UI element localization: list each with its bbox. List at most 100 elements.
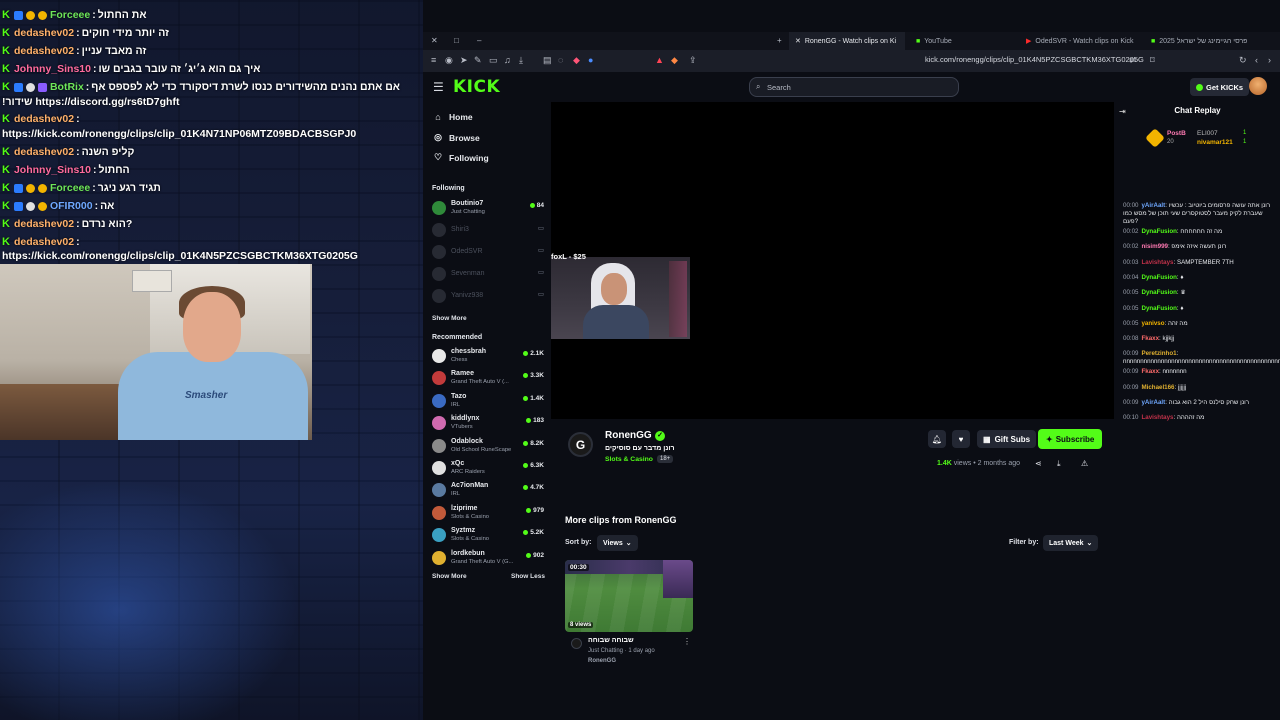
chat-username[interactable]: yAirAalt xyxy=(1141,399,1165,406)
gift-icon: ▦ xyxy=(983,434,991,444)
extension-icon[interactable]: ● xyxy=(588,55,593,65)
following-channel[interactable]: Sevenman ▭ xyxy=(432,266,544,284)
tab-odedsvr[interactable]: ▶ OdedSVR - Watch clips on Kick xyxy=(1020,32,1145,50)
warning-icon[interactable]: ▲ xyxy=(655,55,664,65)
following-channel[interactable]: Boutinio7 Just Chatting 84 xyxy=(432,200,544,218)
download-icon[interactable]: ⤓ xyxy=(1057,459,1061,469)
chat-username[interactable]: nisim999 xyxy=(1141,243,1167,250)
chat-text: מה זהההה xyxy=(1176,414,1205,422)
browser-window: ✕ □ – + ✕ RonenGG - Watch clips on Ki ■ … xyxy=(423,32,1280,720)
download-icon[interactable]: ⤓ xyxy=(519,55,523,66)
chat-username[interactable]: DynaFusion xyxy=(1141,228,1176,235)
kick-logo[interactable]: KICK xyxy=(453,77,500,97)
tab-label: RonenGG - Watch clips on Ki xyxy=(804,37,897,45)
sort-dropdown[interactable]: Views ⌄ xyxy=(597,535,638,551)
music-icon[interactable]: ♫ xyxy=(504,55,511,65)
brave-icon[interactable]: ◆ xyxy=(671,55,678,66)
chat-username[interactable]: Lavishtays xyxy=(1141,414,1173,421)
sidebar-icon[interactable]: ▤ xyxy=(543,55,552,66)
chat-username[interactable]: yAirAalt xyxy=(1141,202,1165,209)
tab-gaming-awards[interactable]: ■ פרסי הגיימינג של ישראל 2025 xyxy=(1145,32,1275,50)
overlay-username: dedashev02 xyxy=(13,236,75,248)
recommended-channel[interactable]: Syztmz Slots & Casino 5.2K xyxy=(432,527,544,545)
recommended-channel[interactable]: Ac7ionMan IRL 4.7K xyxy=(432,482,544,500)
reload-icon[interactable]: ↻ xyxy=(1239,55,1247,66)
recommended-channel[interactable]: Ramee Grand Theft Auto V (... 3.3K xyxy=(432,370,544,388)
show-more-recommended-button[interactable]: Show More xyxy=(432,573,467,580)
back-icon[interactable]: ‹ xyxy=(1255,55,1258,65)
recommended-channel[interactable]: Tazo IRL 1.4K xyxy=(432,393,544,411)
shield-icon[interactable]: ◉ xyxy=(445,55,453,66)
following-channel[interactable]: OdedSVR ▭ xyxy=(432,244,544,262)
site-settings-icon[interactable]: ⇌ xyxy=(1129,55,1137,66)
clip-thumbnail[interactable]: 00:30 8 views xyxy=(565,560,693,632)
maximize-icon[interactable]: □ xyxy=(454,36,459,45)
share-icon[interactable]: ⇪ xyxy=(689,55,697,66)
clip-channel-avatar[interactable] xyxy=(571,638,582,649)
chat-username[interactable]: Fkaxx xyxy=(1141,335,1159,342)
chat-username[interactable]: DynaFusion xyxy=(1141,289,1176,296)
overlay-message: איך גם הוא ג׳יג׳ זה עובר בגבים שו xyxy=(98,63,261,75)
recommended-channel[interactable]: xQc ARC Raiders 6.3K xyxy=(432,460,544,478)
subscribe-button[interactable]: ✦ Subscribe xyxy=(1038,429,1103,449)
follow-heart-button[interactable]: ♥ xyxy=(952,430,970,448)
recommended-channel[interactable]: Odablock Old School RuneScape 8.2K xyxy=(432,438,544,456)
send-icon[interactable]: ➤ xyxy=(460,55,468,66)
following-channel[interactable]: Yanivz938 ▭ xyxy=(432,288,544,306)
filter-dropdown[interactable]: Last Week ⌄ xyxy=(1043,535,1099,551)
more-options-icon[interactable]: ⋮ xyxy=(683,637,691,646)
recommended-channel[interactable]: chessbrah Chess 2.1K xyxy=(432,348,544,366)
recommended-channel[interactable]: kiddlynx VTubers 183 xyxy=(432,415,544,433)
gift-subs-button[interactable]: ▦ Gift Subs xyxy=(977,430,1037,448)
following-channel[interactable]: Shiri3 ▭ xyxy=(432,222,544,240)
share-icon[interactable]: ⋖ xyxy=(1035,459,1042,468)
minimize-icon[interactable]: – xyxy=(477,36,481,45)
bookmark-icon[interactable]: ⌑ xyxy=(1150,55,1155,66)
badge-icon xyxy=(25,10,35,20)
chat-username[interactable]: DynaFusion xyxy=(1141,274,1176,281)
chat-username[interactable]: Lavishtays xyxy=(1141,259,1173,266)
clip-card-channel[interactable]: RonenGG xyxy=(588,658,616,664)
tab-youtube[interactable]: ■ YouTube xyxy=(910,32,1020,50)
menu-icon[interactable]: ≡ xyxy=(431,55,436,65)
show-more-following-button[interactable]: Show More xyxy=(432,315,467,322)
chat-message: 00:05 yanivso: מה זהה xyxy=(1123,319,1188,327)
show-less-button[interactable]: Show Less xyxy=(511,573,545,580)
viewer-count: 3.3K xyxy=(523,372,544,379)
chat-username[interactable]: DynaFusion xyxy=(1141,305,1176,312)
nav-home[interactable]: ⌂ Home xyxy=(433,112,472,122)
nav-browse[interactable]: ◎ Browse xyxy=(433,132,480,143)
address-bar[interactable]: kick.com/ronengg/clips/clip_01K4N5PZCSGB… xyxy=(925,55,1144,64)
hamburger-menu-icon[interactable]: ☰ xyxy=(433,80,444,94)
channel-avatar xyxy=(432,505,446,520)
new-tab-icon[interactable]: + xyxy=(777,36,782,45)
close-window-icon[interactable]: ✕ xyxy=(431,36,438,45)
chat-icon[interactable]: ◌ xyxy=(558,55,563,65)
channel-avatar xyxy=(432,393,446,408)
user-avatar[interactable] xyxy=(1249,77,1267,95)
search-input[interactable]: ⌕ Search xyxy=(749,77,959,97)
get-kicks-button[interactable]: Get KICKs xyxy=(1190,78,1250,96)
category-link[interactable]: Slots & Casino xyxy=(605,456,653,463)
nav-following[interactable]: ♡ Following xyxy=(433,152,489,163)
chat-username[interactable]: yanivso xyxy=(1141,320,1164,327)
channel-avatar xyxy=(432,416,446,431)
overlay-message: את החתול xyxy=(97,9,147,21)
video-player[interactable]: foxL - $25 xyxy=(551,102,1114,419)
channel-logo[interactable]: G xyxy=(568,432,593,457)
forward-icon[interactable]: › xyxy=(1268,55,1271,65)
extension-icon[interactable]: ◆ xyxy=(573,55,580,66)
recommended-channel[interactable]: lordkebun Grand Theft Auto V (G... 902 xyxy=(432,550,544,568)
close-tab-icon[interactable]: ✕ xyxy=(795,37,801,45)
clip-card-title[interactable]: שבוחה שבוחה xyxy=(588,637,634,644)
tab-ronengg[interactable]: ✕ RonenGG - Watch clips on Ki xyxy=(789,32,905,50)
message-icon[interactable]: ▭ xyxy=(489,55,498,66)
chat-username[interactable]: Peretzinho1 xyxy=(1141,350,1176,357)
recommended-channel[interactable]: lziprime Slots & Casino 979 xyxy=(432,505,544,523)
notification-bell-button[interactable]: 🔔︎ xyxy=(928,430,946,448)
report-icon[interactable]: ⚠ xyxy=(1081,459,1088,468)
chat-username[interactable]: Michael166 xyxy=(1141,384,1174,391)
chat-username[interactable]: Fkaxx xyxy=(1141,368,1159,375)
pin-icon[interactable]: ✎ xyxy=(474,55,482,66)
channel-name[interactable]: RonenGG xyxy=(605,430,652,441)
